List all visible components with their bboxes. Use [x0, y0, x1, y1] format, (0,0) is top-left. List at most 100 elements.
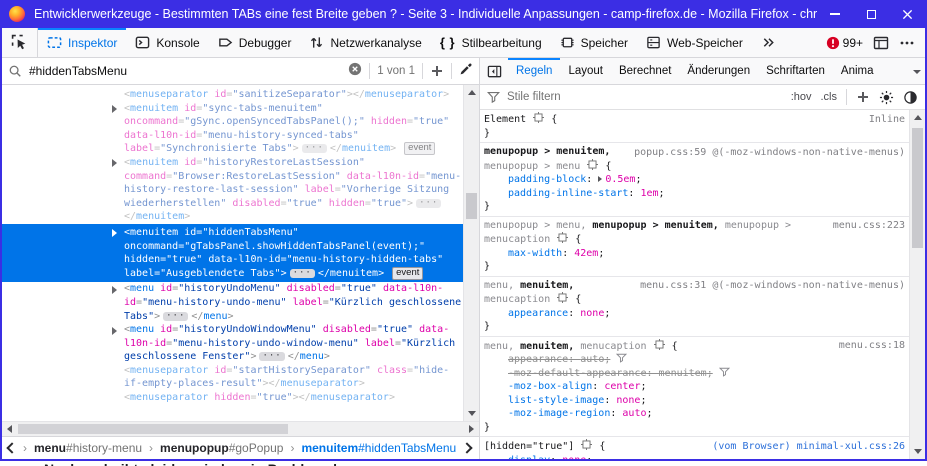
scroll-left-button[interactable]: [2, 422, 17, 436]
css-declaration[interactable]: -moz-image-region: auto;: [484, 407, 905, 421]
error-count-button[interactable]: 99+: [826, 36, 863, 50]
tab-netzwerkanalyse[interactable]: Netzwerkanalyse: [300, 28, 430, 57]
selector-highlighter-icon[interactable]: [557, 292, 568, 303]
selector-highlighter-icon[interactable]: [587, 159, 598, 170]
node-expander-button[interactable]: ···: [163, 312, 188, 321]
selector-highlighter-icon[interactable]: [533, 112, 544, 123]
tab-aenderungen[interactable]: Änderungen: [679, 58, 758, 84]
overridden-filter-icon[interactable]: [719, 367, 730, 377]
clear-search-button[interactable]: [348, 62, 362, 81]
tab-animationen[interactable]: Anima: [833, 58, 882, 84]
value-expander-icon[interactable]: [598, 176, 602, 182]
breadcrumb-item[interactable]: menu#history-menu: [34, 441, 142, 455]
stylesheet-link[interactable]: popup.css:59 @(-moz-windows-non-native-m…: [630, 146, 905, 160]
css-declaration[interactable]: padding-block: 0.5em;: [484, 173, 905, 187]
selector-highlighter-icon[interactable]: [654, 339, 665, 350]
breadcrumb-scroll-left-icon[interactable]: [6, 442, 17, 453]
css-declaration[interactable]: display: none;: [484, 454, 905, 460]
tab-debugger[interactable]: Debugger: [209, 28, 301, 57]
css-declaration[interactable]: padding-inline-start: 1em;: [484, 187, 905, 201]
breadcrumb-item[interactable]: menupopup#goPopup: [160, 441, 283, 455]
markup-vertical-scrollbar[interactable]: [463, 85, 479, 421]
node-expander-button[interactable]: ···: [302, 144, 327, 153]
rule-selector-line[interactable]: menupopup > menu {: [484, 159, 905, 174]
node-expander-button[interactable]: ···: [416, 199, 441, 208]
add-rule-button[interactable]: [856, 90, 870, 104]
scroll-up-button[interactable]: [910, 110, 925, 125]
split-console-icon[interactable]: [873, 35, 889, 51]
node-expander-button[interactable]: ···: [290, 269, 315, 278]
scrollbar-thumb[interactable]: [466, 193, 477, 219]
light-scheme-icon[interactable]: [879, 90, 894, 105]
eyedropper-button[interactable]: [459, 62, 473, 81]
scrollbar-thumb[interactable]: [18, 424, 288, 434]
markup-horizontal-scrollbar[interactable]: [2, 421, 479, 436]
css-declaration[interactable]: max-width: 42em;: [484, 247, 905, 261]
tab-speicher[interactable]: Speicher: [551, 28, 637, 57]
tab-berechnet[interactable]: Berechnet: [611, 58, 679, 84]
dark-scheme-icon[interactable]: [903, 90, 918, 105]
expand-twisty-icon[interactable]: [112, 229, 117, 237]
scroll-up-button[interactable]: [464, 85, 479, 100]
tab-layout[interactable]: Layout: [560, 58, 611, 84]
meatball-menu-icon[interactable]: [899, 35, 915, 51]
tab-inspektor[interactable]: Inspektor: [38, 28, 126, 57]
tab-schriftarten[interactable]: Schriftarten: [758, 58, 833, 84]
expand-twisty-icon[interactable]: [112, 327, 117, 335]
stylesheet-link[interactable]: (vom Browser) minimal-xul.css:26: [708, 440, 905, 454]
markup-node-row[interactable]: <menuseparator hidden="true"></menusepar…: [2, 391, 479, 405]
class-toggle-button[interactable]: .cls: [821, 91, 838, 103]
rules-vertical-scrollbar[interactable]: [909, 110, 925, 459]
css-declaration[interactable]: -moz-box-align: center;: [484, 380, 905, 394]
breadcrumb-item[interactable]: menuitem#hiddenTabsMenu: [301, 441, 456, 455]
rules-filter-input[interactable]: Stile filtern: [507, 91, 561, 103]
tab-konsole[interactable]: Konsole: [126, 28, 208, 57]
close-button[interactable]: [889, 0, 925, 28]
node-expander-button[interactable]: ···: [259, 352, 284, 361]
tab-regeln[interactable]: Regeln: [508, 58, 560, 84]
event-badge[interactable]: event: [392, 267, 423, 280]
expand-twisty-icon[interactable]: [112, 286, 117, 294]
stylesheet-link[interactable]: menu.css:31 @(-moz-windows-non-native-me…: [636, 279, 905, 293]
event-badge[interactable]: event: [404, 142, 435, 155]
scroll-right-button[interactable]: [464, 422, 479, 436]
markup-node-row[interactable]: <menu id="historyUndoMenu" disabled="tru…: [2, 282, 479, 323]
stylesheet-link[interactable]: menu.css:223: [829, 219, 905, 233]
minimize-button[interactable]: [817, 0, 853, 28]
window-titlebar[interactable]: Entwicklerwerkzeuge - Bestimmten TABs ei…: [2, 0, 925, 28]
scrollbar-thumb[interactable]: [912, 128, 923, 248]
scroll-down-button[interactable]: [910, 444, 925, 459]
rule-selector-line[interactable]: menucaption {: [484, 232, 905, 247]
breadcrumb-scroll-right-icon[interactable]: [461, 442, 472, 453]
markup-node-row[interactable]: <menuseparator id="startHistorySeparator…: [2, 364, 479, 391]
rule-selector-line[interactable]: Element {: [484, 112, 905, 127]
expand-twisty-icon[interactable]: [112, 105, 117, 113]
markup-node-row[interactable]: <menuseparator id="sanitizeSeparator"></…: [2, 88, 479, 102]
selector-highlighter-icon[interactable]: [581, 439, 592, 450]
css-declaration[interactable]: list-style-image: none;: [484, 394, 905, 408]
tab-overflow-dropdown-icon[interactable]: [913, 70, 921, 74]
toggle-3-pane-button[interactable]: [480, 58, 508, 84]
search-input[interactable]: [29, 64, 341, 78]
expand-twisty-icon[interactable]: [112, 159, 117, 167]
node-picker-button[interactable]: [2, 28, 38, 57]
pseudo-class-button[interactable]: :hov: [791, 91, 812, 103]
scroll-down-button[interactable]: [464, 406, 479, 421]
css-declaration[interactable]: appearance: none;: [484, 307, 905, 321]
selector-highlighter-icon[interactable]: [557, 232, 568, 243]
markup-node-row[interactable]: <menuitem id="historyRestoreLastSession"…: [2, 156, 479, 224]
markup-node-row[interactable]: <menuitem id="sync-tabs-menuitem"oncomma…: [2, 102, 479, 156]
tab-web-speicher[interactable]: Web-Speicher: [637, 28, 752, 57]
css-declaration[interactable]: -moz-default-appearance: menuitem;: [484, 367, 905, 381]
add-node-button[interactable]: [430, 64, 444, 78]
rule-selector-line[interactable]: menucaption {: [484, 292, 905, 307]
markup-node-row[interactable]: <menu id="historyUndoWindowMenu" disable…: [2, 323, 479, 364]
markup-node-row[interactable]: <menuitem id="hiddenTabsMenu"oncommand="…: [2, 224, 479, 282]
css-declaration[interactable]: appearance: auto;: [484, 353, 905, 367]
maximize-button[interactable]: [853, 0, 889, 28]
overridden-filter-icon[interactable]: [616, 353, 627, 363]
more-tabs-button[interactable]: [752, 28, 785, 57]
stylesheet-link[interactable]: Inline: [865, 113, 905, 127]
tab-stilbearbeitung[interactable]: { } Stilbearbeitung: [431, 28, 551, 57]
stylesheet-link[interactable]: menu.css:18: [835, 339, 905, 353]
